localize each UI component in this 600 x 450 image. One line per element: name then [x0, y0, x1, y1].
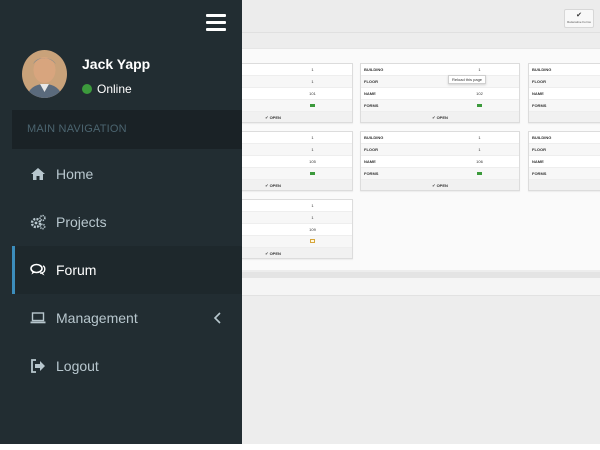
floor-value: 1 — [311, 215, 314, 220]
forms-label: FORMS — [532, 171, 547, 176]
reiterative-forms-label: Reiterative Forms — [567, 20, 591, 24]
building-label: BUILDING — [532, 135, 552, 140]
hamburger-menu-icon[interactable] — [206, 14, 226, 32]
building-value: 1 — [311, 67, 314, 72]
floor-label: FLOOR — [364, 147, 378, 152]
floor-value: 1 — [311, 147, 314, 152]
forms-label: FORMS — [364, 171, 379, 176]
sign-out-icon — [30, 358, 46, 374]
name-value: 109 — [309, 227, 316, 232]
user-status: Online — [97, 82, 132, 96]
user-name: Jack Yapp — [82, 56, 151, 72]
sidebar-item-label: Management — [56, 310, 138, 326]
sidebar-drawer: Jack Yapp Online MAIN NAVIGATION Home Pr… — [0, 0, 242, 444]
sidebar-item-label: Home — [56, 166, 94, 182]
forms-status-badge — [477, 172, 482, 175]
floor-label: FLOOR — [532, 147, 546, 152]
forms-status-badge — [477, 104, 482, 107]
name-label: NAME — [532, 91, 544, 96]
building-label: BUILDING — [364, 135, 384, 140]
open-button[interactable]: ✔ OPEN — [361, 180, 519, 190]
chevron-left-icon — [212, 311, 224, 325]
room-card: BUILDING1 FLOOR1 NAME102 FORMS ✔ OPEN — [360, 63, 520, 123]
sidebar-item-home[interactable]: Home — [12, 150, 242, 198]
sidebar-item-forum[interactable]: Forum — [12, 246, 242, 294]
home-icon — [30, 166, 46, 182]
check-icon: ✔ — [576, 12, 582, 19]
floor-value: 1 — [478, 147, 481, 152]
name-label: NAME — [364, 159, 376, 164]
open-label: OPEN — [269, 250, 281, 256]
building-value: 1 — [311, 135, 314, 140]
reiterative-forms-button[interactable]: ✔ Reiterative Forms — [564, 9, 594, 28]
laptop-icon — [30, 310, 46, 326]
open-label: OPEN — [436, 114, 448, 120]
sidebar-item-label: Logout — [56, 358, 99, 374]
comments-icon — [30, 262, 46, 278]
cogs-icon — [30, 214, 46, 230]
forms-status-badge — [310, 172, 315, 175]
building-value: 1 — [311, 203, 314, 208]
sidebar-item-label: Projects — [56, 214, 107, 230]
nav-header: MAIN NAVIGATION — [12, 110, 242, 149]
forms-status-badge — [310, 104, 315, 107]
online-status-dot — [82, 84, 92, 94]
name-value: 101 — [309, 91, 316, 96]
building-label: BUILDING — [364, 67, 384, 72]
room-card: BUILDING FLOOR NAME FORMS — [528, 131, 600, 191]
sidebar-item-management[interactable]: Management — [12, 294, 242, 342]
floor-label: FLOOR — [532, 79, 546, 84]
building-label: BUILDING — [532, 67, 552, 72]
floor-value: 1 — [311, 79, 314, 84]
name-label: NAME — [364, 91, 376, 96]
open-button[interactable] — [529, 112, 600, 122]
open-label: OPEN — [269, 114, 281, 120]
name-value: 105 — [309, 159, 316, 164]
name-value: 106 — [476, 159, 483, 164]
forms-label: FORMS — [364, 103, 379, 108]
sidebar-item-logout[interactable]: Logout — [12, 342, 242, 390]
room-card: BUILDING FLOOR NAME FORMS — [528, 63, 600, 123]
name-label: NAME — [532, 159, 544, 164]
avatar — [22, 50, 67, 98]
forms-label: FORMS — [532, 103, 547, 108]
forms-status-badge — [310, 239, 315, 243]
open-label: OPEN — [269, 182, 281, 188]
building-value: 1 — [478, 67, 481, 72]
floor-label: FLOOR — [364, 79, 378, 84]
name-value: 102 — [476, 91, 483, 96]
sidebar-item-projects[interactable]: Projects — [12, 198, 242, 246]
reload-tooltip: Reload this page — [448, 75, 487, 84]
sidebar-item-label: Forum — [56, 262, 97, 278]
open-button[interactable]: ✔ OPEN — [361, 112, 519, 122]
room-card: BUILDING 1 FLOOR 1 NAME 106 FORMS ✔ OPEN — [360, 131, 520, 191]
building-value: 1 — [478, 135, 481, 140]
open-label: OPEN — [436, 182, 448, 188]
open-button[interactable] — [529, 180, 600, 190]
